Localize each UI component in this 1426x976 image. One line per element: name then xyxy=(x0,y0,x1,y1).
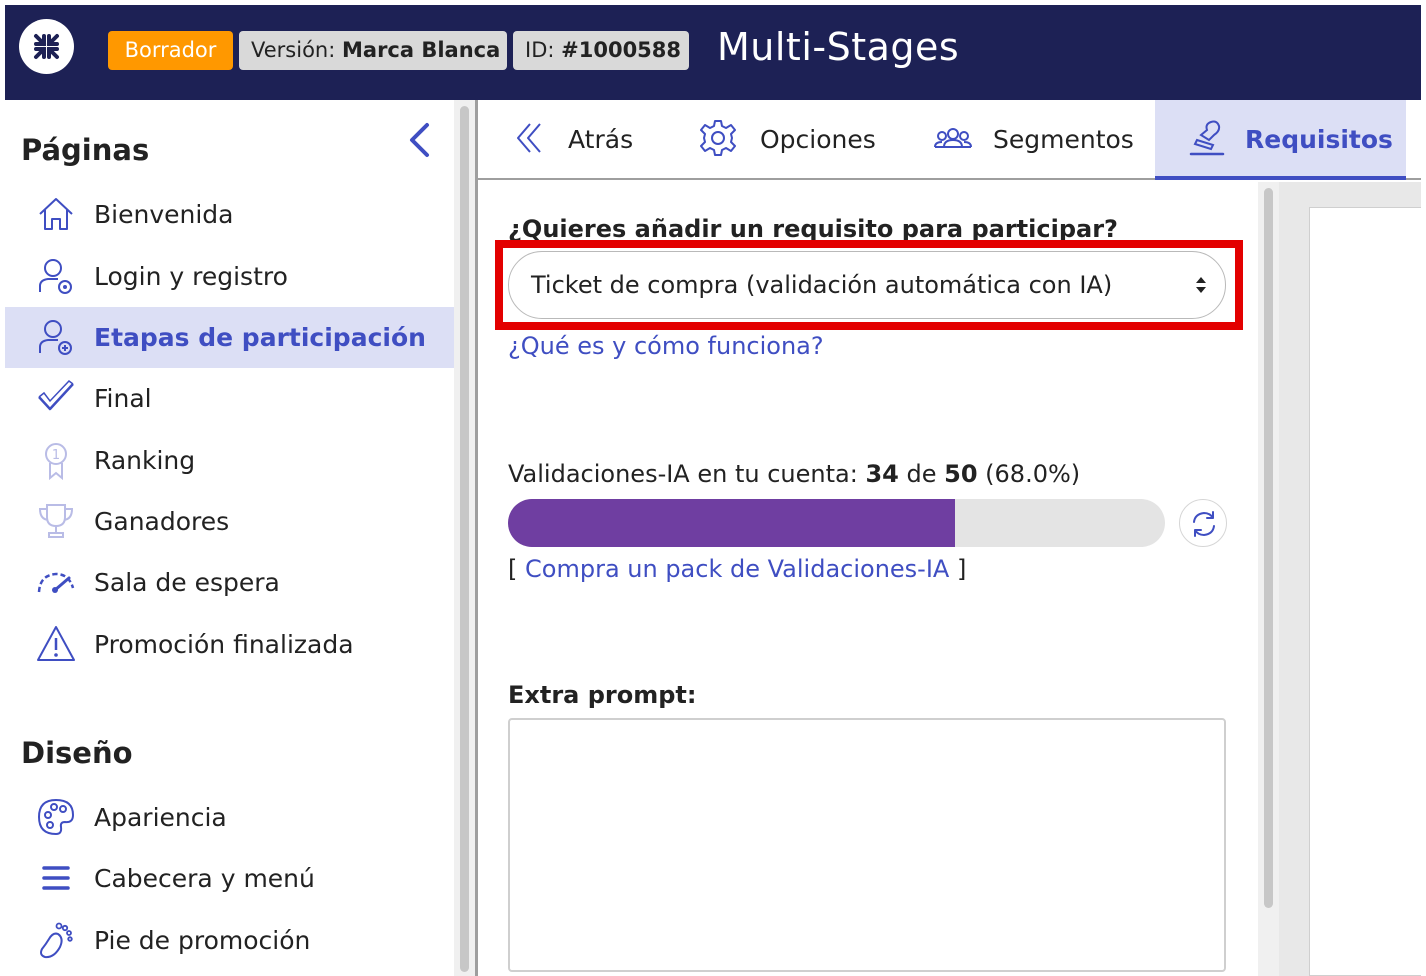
refresh-icon xyxy=(1193,511,1215,537)
preview-page xyxy=(1309,207,1421,976)
extra-prompt-textarea[interactable] xyxy=(508,718,1226,972)
sidebar-item-label: Apariencia xyxy=(94,803,227,832)
home-icon xyxy=(36,194,76,234)
requirement-question: ¿Quieres añadir un requisito para partic… xyxy=(508,215,1118,243)
sidebar-item-label: Ganadores xyxy=(94,507,230,536)
user-at-icon xyxy=(36,256,76,296)
sidebar-item-label: Promoción finalizada xyxy=(94,630,354,659)
version-value: Marca Blanca xyxy=(342,38,501,62)
extra-prompt-label: Extra prompt: xyxy=(508,681,697,709)
trophy-icon xyxy=(36,501,76,541)
gauge-icon xyxy=(36,562,76,602)
quota-connector: de xyxy=(906,460,937,488)
medal-icon: 1 xyxy=(36,440,76,481)
sidebar-item-pie[interactable]: Pie de promoción xyxy=(5,910,454,971)
tab-opciones[interactable]: Opciones xyxy=(688,100,908,180)
app-window: Borrador Versión: Marca Blanca ID: #1000… xyxy=(5,5,1421,976)
palette-icon xyxy=(36,797,76,837)
sidebar-item-final[interactable]: Final xyxy=(5,368,454,429)
requirements-panel: ¿Quieres añadir un requisito para partic… xyxy=(478,182,1258,976)
buy-pack-link[interactable]: Compra un pack de Validaciones-IA xyxy=(525,555,949,583)
sidebar-item-label: Etapas de participación xyxy=(94,323,426,352)
sidebar-item-promocion-finalizada[interactable]: Promoción finalizada xyxy=(5,614,454,675)
stamp-icon xyxy=(1187,118,1227,158)
sidebar-item-login[interactable]: Login y registro xyxy=(5,246,454,307)
tab-bar: Atrás Opciones Segmentos Requisitos xyxy=(478,100,1421,180)
check-icon xyxy=(36,378,76,418)
brand-logo-icon[interactable] xyxy=(19,19,74,74)
users-group-icon xyxy=(933,118,973,158)
top-header: Borrador Versión: Marca Blanca ID: #1000… xyxy=(5,5,1421,100)
warning-icon xyxy=(36,624,76,664)
tab-label: Opciones xyxy=(760,125,876,154)
sidebar-scrollbar[interactable] xyxy=(454,100,475,976)
sidebar-item-label: Final xyxy=(94,384,152,413)
quota-label: Validaciones-IA en tu cuenta: xyxy=(508,460,858,488)
tab-segmentos[interactable]: Segmentos xyxy=(923,100,1148,180)
requirement-selected-value: Ticket de compra (validación automática … xyxy=(531,271,1113,299)
sidebar-item-ranking[interactable]: 1 Ranking xyxy=(5,430,454,491)
ai-quota-text: Validaciones-IA en tu cuenta: 34 de 50 (… xyxy=(508,460,1080,488)
sidebar-item-label: Ranking xyxy=(94,446,196,475)
status-badge: Borrador xyxy=(108,31,233,70)
tab-atras[interactable]: Atrás xyxy=(478,100,678,180)
sidebar-item-label: Sala de espera xyxy=(94,568,280,597)
footprint-icon xyxy=(36,920,76,960)
id-badge: ID: #1000588 xyxy=(513,31,689,70)
sidebar: Páginas Bienvenida Login y registro Etap… xyxy=(5,100,454,976)
id-label: ID: xyxy=(525,38,555,62)
id-value: #1000588 xyxy=(561,38,682,62)
promotion-title: Multi-Stages xyxy=(717,25,960,69)
preview-pane xyxy=(1279,182,1421,976)
version-badge: Versión: Marca Blanca xyxy=(239,31,507,70)
svg-text:1: 1 xyxy=(52,448,60,463)
quota-progress-bar xyxy=(508,499,1165,547)
pages-section-title: Páginas xyxy=(21,133,150,167)
sidebar-item-apariencia[interactable]: Apariencia xyxy=(5,787,454,848)
requirement-select[interactable]: Ticket de compra (validación automática … xyxy=(508,251,1226,319)
sidebar-item-sala-espera[interactable]: Sala de espera xyxy=(5,552,454,613)
double-chevron-left-icon xyxy=(510,118,550,158)
version-label: Versión: xyxy=(251,38,336,62)
quota-progress-fill xyxy=(508,499,955,547)
sidebar-item-etapas[interactable]: Etapas de participación xyxy=(5,307,454,368)
main-scrollbar[interactable] xyxy=(1258,182,1279,976)
help-link[interactable]: ¿Qué es y cómo funciona? xyxy=(508,332,824,360)
tab-label: Atrás xyxy=(568,125,634,154)
menu-icon xyxy=(36,858,76,898)
chevron-left-icon[interactable] xyxy=(407,122,433,158)
sidebar-item-ganadores[interactable]: Ganadores xyxy=(5,491,454,552)
tab-requisitos[interactable]: Requisitos xyxy=(1155,100,1406,180)
gear-icon xyxy=(698,118,738,158)
tab-label: Segmentos xyxy=(993,125,1134,154)
design-section-title: Diseño xyxy=(21,736,133,770)
quota-percent: (68.0%) xyxy=(985,460,1081,488)
quota-used: 34 xyxy=(865,460,899,488)
sidebar-item-label: Login y registro xyxy=(94,262,288,291)
tab-label: Requisitos xyxy=(1245,125,1393,154)
sidebar-item-label: Pie de promoción xyxy=(94,926,311,955)
refresh-button[interactable] xyxy=(1179,499,1227,547)
main-scroll-thumb[interactable] xyxy=(1264,188,1273,908)
sidebar-item-label: Cabecera y menú xyxy=(94,864,315,893)
sidebar-item-bienvenida[interactable]: Bienvenida xyxy=(5,184,454,245)
bracket-close: ] xyxy=(956,555,967,583)
sidebar-scroll-thumb[interactable] xyxy=(460,106,469,972)
buy-pack-line: [ Compra un pack de Validaciones-IA ] xyxy=(508,555,966,583)
user-plus-icon xyxy=(36,317,76,357)
bracket-open: [ xyxy=(508,555,518,583)
quota-total: 50 xyxy=(944,460,978,488)
select-arrows-icon xyxy=(1196,277,1206,293)
sidebar-item-cabecera[interactable]: Cabecera y menú xyxy=(5,848,454,909)
sidebar-item-label: Bienvenida xyxy=(94,200,234,229)
